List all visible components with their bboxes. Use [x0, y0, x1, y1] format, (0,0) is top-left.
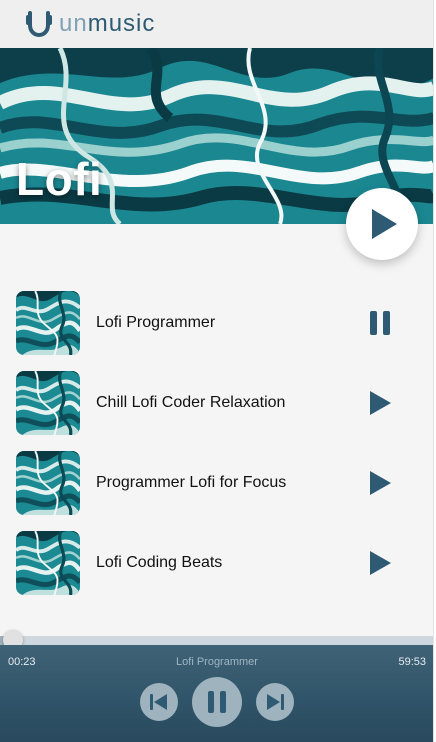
- marble-artwork: [16, 371, 80, 435]
- brand-wordmark: unmusic: [59, 12, 155, 36]
- track-artwork: [16, 371, 80, 435]
- next-track-button[interactable]: [256, 683, 294, 721]
- skip-next-icon: [267, 694, 284, 710]
- play-icon: [370, 551, 391, 575]
- track-title: Lofi Coding Beats: [96, 554, 223, 571]
- track-row[interactable]: Lofi Programmer: [16, 291, 412, 355]
- brand-logo[interactable]: unmusic: [25, 11, 155, 37]
- brand-prefix: un: [59, 10, 88, 37]
- play-icon: [370, 471, 391, 495]
- pause-icon: [370, 311, 390, 335]
- playlist-title: Lofi: [16, 153, 103, 205]
- track-play-button[interactable]: [364, 387, 396, 419]
- play-playlist-button[interactable]: [346, 188, 418, 260]
- track-play-button[interactable]: [364, 547, 396, 579]
- marble-artwork: [16, 451, 80, 515]
- marble-artwork: [16, 531, 80, 595]
- total-duration: 59:53: [398, 656, 426, 668]
- track-pause-button[interactable]: [364, 307, 396, 339]
- previous-track-button[interactable]: [140, 683, 178, 721]
- brand-suffix: music: [87, 10, 156, 37]
- player-bar: 00:23 Lofi Programmer 59:53: [0, 645, 433, 742]
- track-title: Lofi Programmer: [96, 314, 216, 331]
- track-title: Chill Lofi Coder Relaxation: [96, 394, 286, 411]
- now-playing-title: Lofi Programmer: [176, 656, 258, 668]
- track-artwork: [16, 451, 80, 515]
- track-row[interactable]: Chill Lofi Coder Relaxation: [16, 371, 412, 435]
- play-icon: [372, 209, 397, 239]
- marble-artwork: [16, 291, 80, 355]
- track-title: Programmer Lofi for Focus: [96, 474, 287, 491]
- play-icon: [370, 391, 391, 415]
- app-window: unmusic Lofi Lofi Programmer Chill Lofi …: [0, 0, 434, 742]
- pause-button[interactable]: [192, 677, 242, 727]
- track-play-button[interactable]: [364, 467, 396, 499]
- app-header: unmusic: [0, 0, 433, 48]
- progress-bar[interactable]: [0, 636, 433, 645]
- pause-icon: [208, 691, 226, 713]
- track-row[interactable]: Lofi Coding Beats: [16, 531, 412, 595]
- track-row[interactable]: Programmer Lofi for Focus: [16, 451, 412, 515]
- track-artwork: [16, 531, 80, 595]
- headphone-u-icon: [26, 11, 52, 37]
- track-artwork: [16, 291, 80, 355]
- skip-previous-icon: [150, 694, 167, 710]
